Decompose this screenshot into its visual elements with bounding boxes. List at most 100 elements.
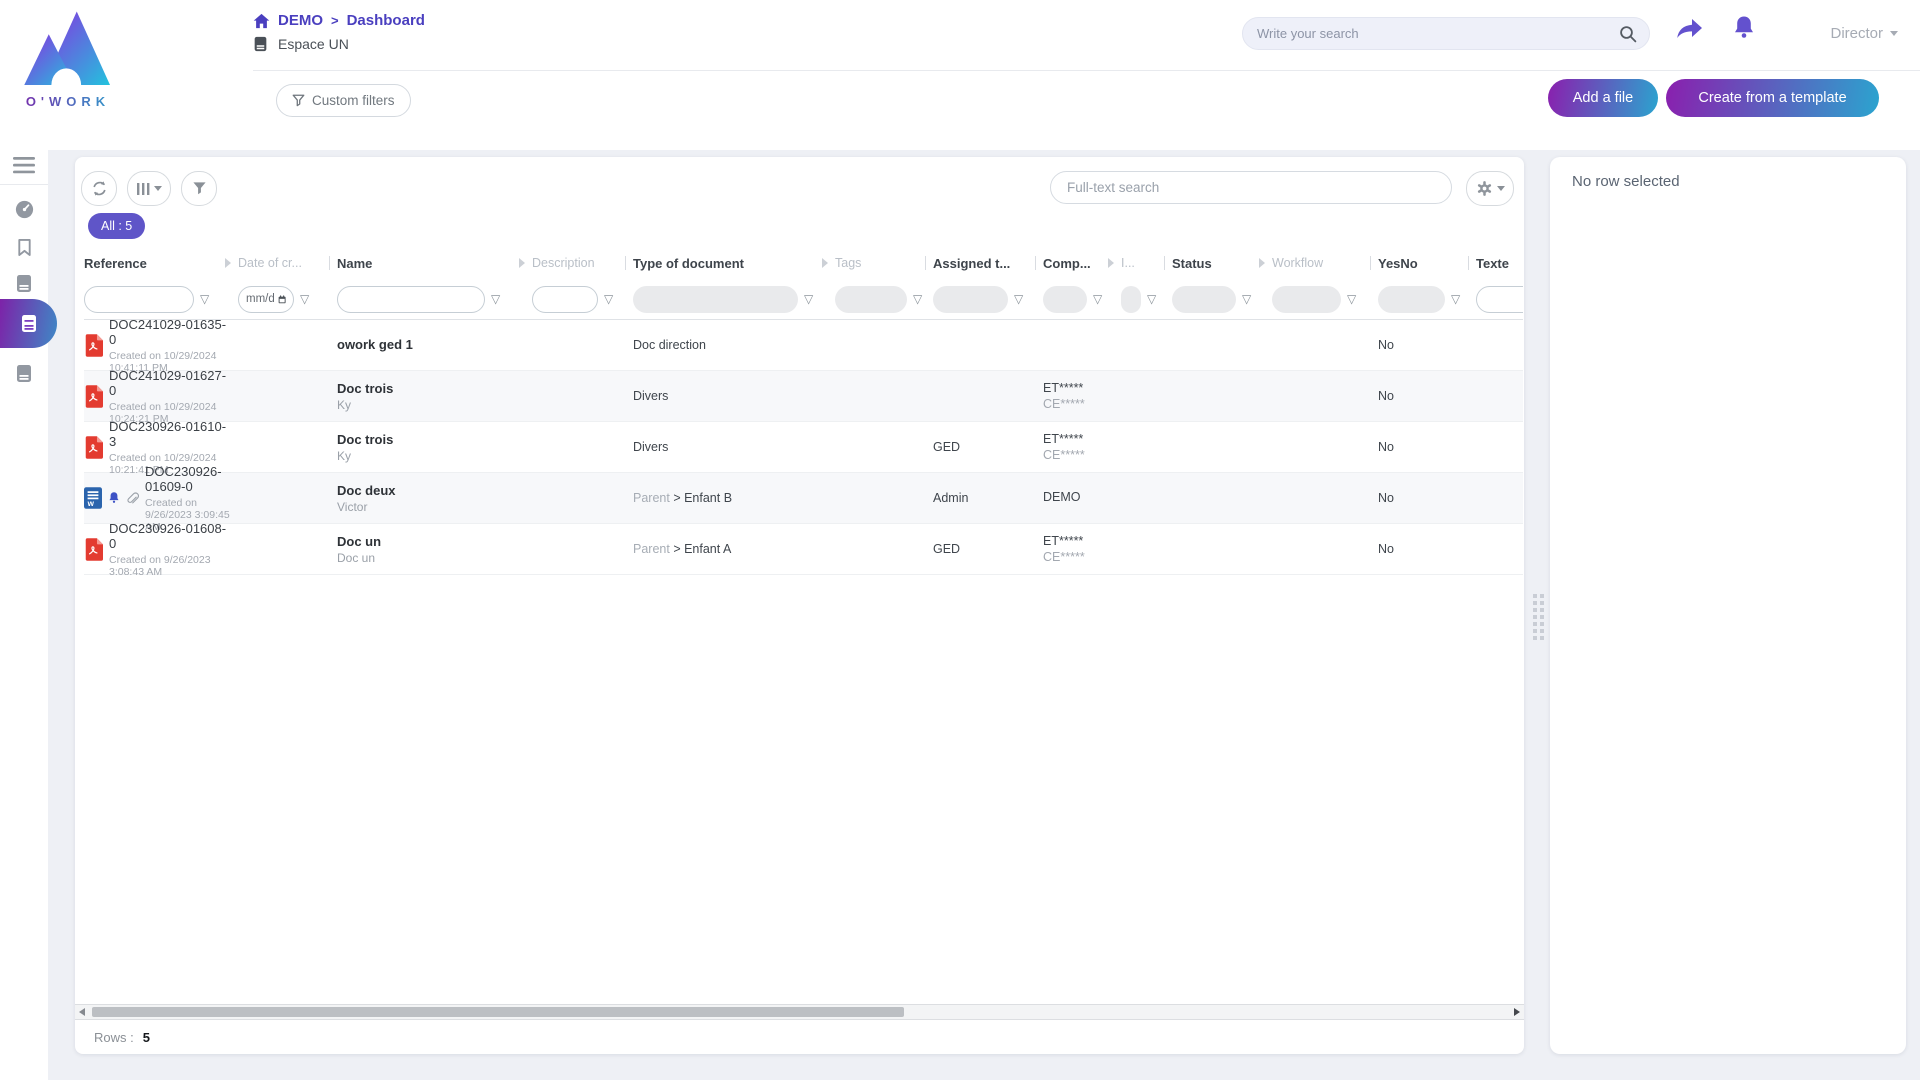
column-separator (329, 256, 330, 270)
scroll-right-arrow-icon[interactable] (1514, 1008, 1520, 1016)
document-type: Divers (633, 440, 668, 454)
book-icon (20, 314, 38, 333)
document-created-date: Created on 9/26/2023 3:08:43 AM (109, 554, 232, 576)
table-row[interactable]: w DOC230926-01609-0Created on 9/26/2023 … (84, 473, 1523, 524)
calendar-icon (278, 293, 286, 306)
filter-funnel-icon[interactable] (804, 293, 813, 305)
create-from-template-button[interactable]: Create from a template (1666, 79, 1879, 117)
filter-workflow-select[interactable] (1272, 286, 1341, 313)
document-yesno: No (1378, 371, 1476, 421)
column-header-workflow[interactable]: Workflow (1272, 247, 1378, 279)
filter-funnel-icon[interactable] (1451, 293, 1460, 305)
word-file-icon: w (84, 487, 102, 509)
column-header-tags[interactable]: Tags (835, 247, 933, 279)
rows-label: Rows : (94, 1030, 134, 1045)
filter-description-input[interactable] (532, 286, 598, 313)
column-header-assigned[interactable]: Assigned t... (933, 247, 1043, 279)
column-separator (1035, 256, 1036, 270)
chevron-down-icon (154, 186, 162, 191)
sidebar-item-archive[interactable] (0, 358, 48, 388)
filter-funnel-icon[interactable] (1147, 293, 1156, 305)
custom-filters-button[interactable]: Custom filters (276, 84, 411, 117)
filter-reference-input[interactable] (84, 286, 194, 313)
column-header-name[interactable]: Name (337, 247, 532, 279)
sidebar-item-documents-active[interactable] (0, 299, 57, 348)
sidebar-item-library[interactable] (0, 268, 48, 298)
scrollbar-thumb[interactable] (92, 1007, 904, 1017)
columns-button[interactable] (127, 171, 171, 206)
filter-button[interactable] (181, 171, 217, 206)
refresh-button[interactable] (81, 171, 117, 206)
filter-status-select[interactable] (1172, 286, 1236, 313)
filter-texte-input[interactable] (1476, 286, 1523, 313)
filter-name-input[interactable] (337, 286, 485, 313)
document-assigned (933, 320, 1043, 370)
share-icon[interactable] (1676, 18, 1703, 46)
detail-panel: No row selected (1550, 157, 1906, 1054)
filter-funnel-icon[interactable] (1014, 293, 1023, 305)
expand-column-chevron-icon[interactable] (519, 258, 525, 268)
filter-yesno-select[interactable] (1378, 286, 1445, 313)
document-type: Divers (633, 389, 668, 403)
gear-icon (1476, 180, 1493, 197)
global-search-input[interactable] (1255, 25, 1619, 42)
expand-column-chevron-icon[interactable] (1259, 258, 1265, 268)
filter-funnel-icon[interactable] (491, 293, 500, 305)
table-row[interactable]: DOC241029-01627-0Created on 10/29/2024 1… (84, 371, 1523, 422)
fulltext-search-input[interactable] (1050, 171, 1452, 204)
filter-i-select[interactable] (1121, 286, 1141, 313)
menu-hamburger-icon[interactable] (13, 157, 35, 179)
document-assigned: GED (933, 422, 1043, 472)
column-separator (925, 256, 926, 270)
document-reference: DOC241029-01635-0 (109, 317, 232, 347)
app-logo[interactable]: O'WORK (12, 6, 124, 109)
expand-column-chevron-icon[interactable] (225, 258, 231, 268)
document-name-sub: Ky (337, 449, 526, 463)
filter-funnel-icon[interactable] (1093, 293, 1102, 305)
filter-company-select[interactable] (1043, 286, 1087, 313)
column-header-reference[interactable]: Reference (84, 247, 238, 279)
column-header-status[interactable]: Status (1172, 247, 1272, 279)
expand-column-chevron-icon[interactable] (1108, 258, 1114, 268)
sidebar-item-bookmarks[interactable] (0, 232, 48, 262)
filter-funnel-icon[interactable] (1347, 293, 1356, 305)
svg-text:w: w (87, 499, 95, 508)
filter-funnel-icon[interactable] (1242, 293, 1251, 305)
document-company: ET***** (1043, 432, 1115, 446)
panel-resize-handle[interactable] (1533, 594, 1544, 640)
filter-funnel-icon[interactable] (200, 293, 209, 305)
scroll-left-arrow-icon[interactable] (79, 1008, 85, 1016)
filter-assigned-select[interactable] (933, 286, 1008, 313)
breadcrumb-current[interactable]: Dashboard (347, 12, 425, 29)
search-icon[interactable] (1619, 25, 1637, 43)
document-company-sub: CE***** (1043, 448, 1115, 462)
table-row[interactable]: DOC230926-01610-3Created on 10/29/2024 1… (84, 422, 1523, 473)
add-file-button[interactable]: Add a file (1548, 79, 1658, 117)
filter-tags-select[interactable] (835, 286, 907, 313)
filter-funnel-icon[interactable] (913, 293, 922, 305)
column-header-type[interactable]: Type of document (633, 247, 835, 279)
notifications-bell-icon[interactable] (1732, 15, 1756, 46)
left-sidebar (0, 150, 48, 1080)
filter-funnel-icon[interactable] (300, 293, 309, 305)
filter-funnel-icon[interactable] (604, 293, 613, 305)
column-header-yesno[interactable]: YesNo (1378, 247, 1476, 279)
table-row[interactable]: DOC230926-01608-0Created on 9/26/2023 3:… (84, 524, 1523, 575)
breadcrumb-root[interactable]: DEMO (278, 12, 323, 29)
workspace-book-icon (253, 36, 268, 52)
horizontal-scrollbar[interactable] (75, 1004, 1524, 1020)
column-header-date[interactable]: Date of cr... (238, 247, 337, 279)
tab-all-count[interactable]: All : 5 (88, 213, 145, 239)
column-header-description[interactable]: Description (532, 247, 633, 279)
documents-table-card: All : 5 Reference Date of cr... Name Des… (75, 157, 1524, 1054)
home-icon[interactable] (253, 13, 270, 29)
table-row[interactable]: DOC241029-01635-0Created on 10/29/2024 1… (84, 320, 1523, 371)
expand-column-chevron-icon[interactable] (822, 258, 828, 268)
user-role-menu[interactable]: Director (1830, 25, 1898, 42)
column-header-texte[interactable]: Texte (1476, 247, 1523, 279)
filter-type-select[interactable] (633, 286, 798, 313)
column-separator (1468, 256, 1469, 270)
sidebar-item-dashboard[interactable] (0, 194, 48, 224)
filter-date-input[interactable]: mm/d (238, 286, 294, 313)
table-settings-button[interactable] (1466, 171, 1514, 206)
